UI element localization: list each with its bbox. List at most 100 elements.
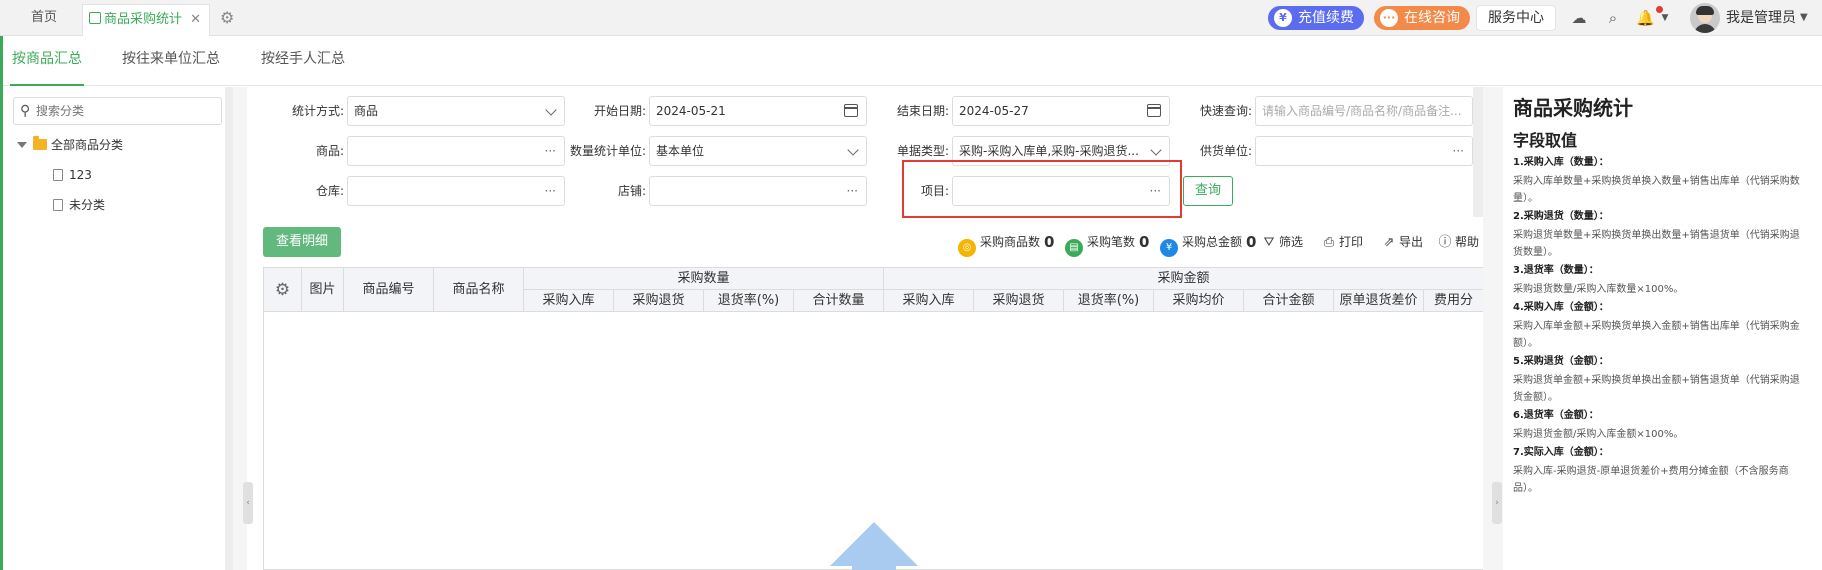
- store-field[interactable]: ···: [649, 176, 867, 206]
- chevron-down-icon[interactable]: ▼: [1656, 9, 1674, 27]
- category-panel: ⚲ 全部商品分类 123 未分类: [3, 87, 235, 570]
- col-avg-price[interactable]: 采购均价: [1154, 290, 1244, 312]
- help-item-desc: 采购入库单金额+采购换货单换入金额+销售出库单（代销采购金额）。: [1513, 321, 1800, 349]
- col-return-diff[interactable]: 原单退货差价: [1334, 290, 1424, 312]
- col-group-purchase-qty: 采购数量: [524, 268, 884, 290]
- help-panel: 商品采购统计 字段取值 1.采购入库（数量）： 采购入库单数量+采购换货单换入数…: [1503, 87, 1822, 570]
- stat-value: 0: [1246, 233, 1257, 251]
- subtab-by-handler[interactable]: 按经手人汇总: [258, 36, 348, 86]
- col-expense-share[interactable]: 费用分: [1424, 290, 1483, 312]
- stat-purchase-amount: ¥ 采购总金额 0: [1160, 232, 1257, 257]
- col-product-name[interactable]: 商品名称: [434, 268, 524, 312]
- help-item-heading: 2.采购退货（数量）：: [1513, 211, 1609, 222]
- print-button[interactable]: ⎙ 打印: [1322, 232, 1363, 252]
- up-arrow-stem: [852, 560, 896, 570]
- stat-label: 采购笔数: [1087, 235, 1136, 249]
- col-qty-return-rate[interactable]: 退货率(%): [704, 290, 794, 312]
- more-icon[interactable]: ···: [1453, 137, 1464, 165]
- tree-node-123[interactable]: 123: [53, 165, 92, 185]
- product-field[interactable]: ···: [347, 136, 565, 166]
- tree-node-label: 123: [69, 168, 92, 182]
- export-button[interactable]: ⇗ 导出: [1382, 232, 1423, 252]
- filter-button[interactable]: ⛛ 筛选: [1262, 232, 1303, 252]
- stat-purchase-count: ▤ 采购笔数 0: [1065, 232, 1149, 257]
- category-search-input[interactable]: [36, 102, 216, 120]
- recharge-button[interactable]: ¥ 充值续费: [1268, 6, 1364, 30]
- chevron-down-icon: [847, 144, 859, 156]
- project-label: 项目:: [920, 184, 949, 198]
- query-button[interactable]: 查询: [1183, 176, 1233, 206]
- subtab-by-partner[interactable]: 按往来单位汇总: [120, 36, 222, 86]
- warehouse-field[interactable]: ···: [347, 176, 565, 206]
- start-date-field[interactable]: 2024-05-21: [649, 96, 867, 126]
- tree-node-all-categories[interactable]: 全部商品分类: [17, 135, 123, 155]
- more-icon[interactable]: ···: [1150, 177, 1161, 205]
- stat-label: 采购商品数: [980, 235, 1041, 249]
- quick-search-input[interactable]: 请输入商品编号/商品名称/商品备注...: [1255, 96, 1473, 126]
- stat-mode-value: 商品: [354, 104, 379, 118]
- user-name[interactable]: 我是管理员: [1726, 0, 1796, 36]
- category-search[interactable]: ⚲: [13, 97, 222, 125]
- collapse-right-panel-button[interactable]: ›: [1492, 482, 1502, 524]
- more-icon[interactable]: ···: [545, 177, 556, 205]
- warehouse-label: 仓库:: [315, 184, 344, 198]
- help-icon: ⓘ: [1438, 235, 1452, 250]
- col-amount-in[interactable]: 采购入库: [884, 290, 974, 312]
- close-icon[interactable]: ✕: [190, 5, 201, 35]
- qty-unit-value: 基本单位: [656, 144, 705, 158]
- caret-down-icon[interactable]: [17, 142, 27, 148]
- help-item-desc: 采购退货数量/采购入库数量×100%。: [1513, 284, 1684, 295]
- filter-label: 筛选: [1279, 235, 1304, 249]
- collapse-left-panel-button[interactable]: ‹: [243, 482, 253, 524]
- col-qty-return[interactable]: 采购退货: [614, 290, 704, 312]
- tree-node-uncategorized[interactable]: 未分类: [53, 195, 105, 215]
- tab-home[interactable]: 首页: [8, 0, 80, 36]
- end-date-field[interactable]: 2024-05-27: [952, 96, 1170, 126]
- stat-label: 采购总金额: [1182, 235, 1243, 249]
- tab-purchase-stats[interactable]: 商品采购统计 ✕: [82, 4, 210, 36]
- col-amount-total[interactable]: 合计金额: [1244, 290, 1334, 312]
- stat-mode-label: 统计方式:: [291, 104, 344, 118]
- help-button[interactable]: ⓘ 帮助: [1438, 232, 1479, 252]
- col-amount-return[interactable]: 采购退货: [974, 290, 1064, 312]
- bell-icon[interactable]: 🔔: [1636, 9, 1655, 27]
- help-item-heading: 5.采购退货（金额）：: [1513, 356, 1609, 367]
- column-settings-gear-icon[interactable]: ⚙: [264, 268, 302, 312]
- start-date-value: 2024-05-21: [656, 104, 726, 118]
- gear-icon[interactable]: ⚙: [220, 9, 237, 26]
- col-amount-return-rate[interactable]: 退货率(%): [1064, 290, 1154, 312]
- online-consult-button[interactable]: ··· 在线咨询: [1374, 6, 1470, 30]
- help-panel-title: 商品采购统计: [1513, 96, 1633, 120]
- doc-type-value: 采购-采购入库单,采购-采购退货...: [959, 144, 1139, 158]
- more-icon[interactable]: ···: [847, 177, 858, 205]
- chevron-down-icon: [545, 104, 557, 116]
- col-qty-in[interactable]: 采购入库: [524, 290, 614, 312]
- project-field[interactable]: ···: [952, 176, 1170, 206]
- col-image[interactable]: 图片: [302, 268, 344, 312]
- tab-page-icon: [89, 12, 101, 24]
- chevron-down-icon: [1150, 144, 1162, 156]
- chat-icon: ···: [1380, 9, 1398, 27]
- filter-scrollbar[interactable]: [1473, 87, 1483, 217]
- supplier-field[interactable]: ···: [1255, 136, 1473, 166]
- user-menu-chevron-icon[interactable]: ▼: [1800, 0, 1808, 36]
- col-qty-total[interactable]: 合计数量: [794, 290, 884, 312]
- quick-search-label: 快速查询:: [1199, 104, 1252, 118]
- subtab-by-product[interactable]: 按商品汇总: [10, 36, 84, 86]
- help-item-desc: 采购退货单金额+采购换货单换出金额+销售退货单（代销采购退货金额）。: [1513, 375, 1800, 403]
- money-bag-icon: ¥: [1274, 9, 1292, 27]
- more-icon[interactable]: ···: [545, 137, 556, 165]
- calendar-icon[interactable]: [1147, 104, 1161, 117]
- cloud-download-icon[interactable]: ☁: [1570, 9, 1588, 27]
- avatar[interactable]: [1690, 3, 1720, 33]
- end-date-label: 结束日期:: [896, 104, 949, 118]
- calendar-icon[interactable]: [844, 104, 858, 117]
- search-icon[interactable]: ⌕: [1604, 9, 1622, 27]
- start-date-label: 开始日期:: [593, 104, 646, 118]
- qty-unit-label: 数量统计单位:: [569, 144, 646, 158]
- qty-unit-select[interactable]: 基本单位: [649, 136, 867, 166]
- col-product-code[interactable]: 商品编号: [344, 268, 434, 312]
- view-detail-button[interactable]: 查看明细: [263, 227, 341, 257]
- stat-mode-select[interactable]: 商品: [347, 96, 565, 126]
- service-center-button[interactable]: 服务中心: [1476, 5, 1556, 31]
